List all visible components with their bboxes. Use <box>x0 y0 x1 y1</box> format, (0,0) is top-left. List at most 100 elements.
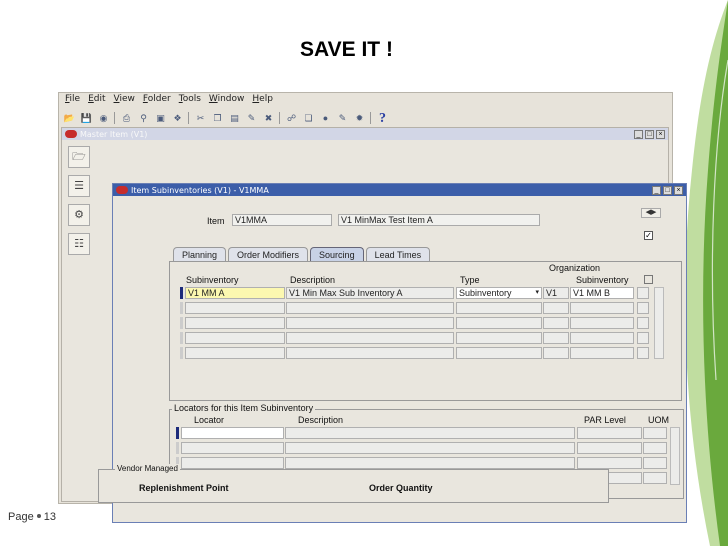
tools-icon[interactable]: ⚙ <box>68 204 90 226</box>
description-cell[interactable] <box>286 302 454 314</box>
clear-icon[interactable]: ✹ <box>353 112 366 125</box>
cut-icon[interactable]: ✂ <box>194 112 207 125</box>
description-cell[interactable] <box>286 332 454 344</box>
locator-cell[interactable] <box>181 427 284 439</box>
menu-edit[interactable]: Edit <box>88 94 105 108</box>
folder-tools-icon[interactable]: ✎ <box>336 112 349 125</box>
close-icon[interactable]: × <box>674 185 683 195</box>
par-level-cell[interactable] <box>577 457 642 469</box>
oracle-logo-icon <box>65 130 77 138</box>
row-extra-cell[interactable] <box>637 332 649 344</box>
zoom-icon[interactable]: ❖ <box>171 112 184 125</box>
org-subinventory-cell[interactable] <box>570 317 634 329</box>
open-icon[interactable]: 📂 <box>63 112 76 125</box>
locator-description-cell[interactable] <box>285 427 575 439</box>
folder-column-icon[interactable] <box>644 275 653 284</box>
maximize-icon[interactable]: □ <box>645 129 654 139</box>
type-select[interactable] <box>456 332 542 344</box>
print-icon[interactable]: ⎙ <box>120 112 133 125</box>
row-extra-cell[interactable] <box>637 302 649 314</box>
copy-icon[interactable]: ❐ <box>211 112 224 125</box>
save-icon[interactable]: 💾 <box>80 112 93 125</box>
item-field[interactable]: V1MMA <box>232 214 332 226</box>
menu-help[interactable]: Help <box>252 94 273 108</box>
chevron-down-icon: ▾ <box>535 289 539 296</box>
uom-cell[interactable] <box>643 457 667 469</box>
find-icon[interactable]: ⚲ <box>137 112 150 125</box>
uom-cell[interactable] <box>643 442 667 454</box>
folder-open-icon[interactable]: 🗁 <box>68 146 90 168</box>
type-select[interactable] <box>456 317 542 329</box>
maximize-icon[interactable]: □ <box>663 185 672 195</box>
description-cell[interactable]: V1 Min Max Sub Inventory A <box>286 287 454 299</box>
uom-cell[interactable] <box>643 472 667 484</box>
new-record-icon[interactable]: ❏ <box>302 112 315 125</box>
toolbar-separator <box>370 112 372 124</box>
org-subinventory-cell[interactable] <box>570 347 634 359</box>
master-item-window: Master Item (V1) _ □ × 🗁 ☰ ⚙ ☷ Item Subi… <box>61 127 687 523</box>
col-par-level: PAR Level <box>584 415 626 425</box>
locator-cell[interactable] <box>181 442 284 454</box>
menu-window[interactable]: Window <box>209 94 245 108</box>
subinventory-cell[interactable] <box>185 332 285 344</box>
org-cell[interactable]: V1 <box>543 287 569 299</box>
menu-file[interactable]: File <box>65 94 80 108</box>
list-icon[interactable]: ☰ <box>68 175 90 197</box>
subinventory-cell[interactable]: V1 MM A <box>185 287 285 299</box>
org-subinventory-cell[interactable] <box>570 332 634 344</box>
navigator-icon[interactable]: ◉ <box>97 112 110 125</box>
row-extra-cell[interactable] <box>637 287 649 299</box>
org-subinventory-cell[interactable]: V1 MM B <box>570 287 634 299</box>
organization-header: Organization <box>549 263 601 273</box>
translate-icon[interactable]: ● <box>319 112 332 125</box>
type-select[interactable]: Subinventory ▾ <box>456 287 542 299</box>
grid-scrollbar[interactable] <box>654 287 664 359</box>
subinventory-cell[interactable] <box>185 302 285 314</box>
attachment-icon[interactable]: ☍ <box>285 112 298 125</box>
row-extra-cell[interactable] <box>637 317 649 329</box>
paste-icon[interactable]: ▤ <box>228 112 241 125</box>
org-cell[interactable] <box>543 317 569 329</box>
help-icon[interactable]: ? <box>376 111 389 125</box>
locator-cell[interactable] <box>181 457 284 469</box>
subinventory-cell[interactable] <box>185 347 285 359</box>
folder-icon[interactable]: ▣ <box>154 112 167 125</box>
close-icon[interactable]: × <box>656 129 665 139</box>
minimize-icon[interactable]: _ <box>634 129 643 139</box>
locator-description-cell[interactable] <box>285 457 575 469</box>
locators-scrollbar[interactable] <box>670 427 680 485</box>
tab-sourcing[interactable]: Sourcing <box>310 247 364 261</box>
tab-order-modifiers[interactable]: Order Modifiers <box>228 247 309 261</box>
org-cell[interactable] <box>543 332 569 344</box>
menu-folder[interactable]: Folder <box>143 94 171 108</box>
enabled-checkbox[interactable]: ✓ <box>644 231 653 240</box>
org-cell[interactable] <box>543 302 569 314</box>
type-select[interactable] <box>456 302 542 314</box>
col-org-subinventory: Subinventory <box>576 275 629 285</box>
org-subinventory-cell[interactable] <box>570 302 634 314</box>
tab-planning[interactable]: Planning <box>173 247 227 261</box>
slide-title: SAVE IT ! <box>300 38 393 61</box>
delete-icon[interactable]: ✖ <box>262 112 275 125</box>
menu-view[interactable]: View <box>114 94 135 108</box>
par-level-cell[interactable] <box>577 442 642 454</box>
par-level-cell[interactable] <box>577 427 642 439</box>
description-cell[interactable] <box>286 317 454 329</box>
description-cell[interactable] <box>286 347 454 359</box>
org-cell[interactable] <box>543 347 569 359</box>
col-subinventory: Subinventory <box>186 275 239 285</box>
subinventory-cell[interactable] <box>185 317 285 329</box>
document-list-icon[interactable]: ☷ <box>68 233 90 255</box>
row-indicator <box>180 332 183 344</box>
menu-tools[interactable]: Tools <box>179 94 201 108</box>
type-select[interactable] <box>456 347 542 359</box>
tab-lead-times[interactable]: Lead Times <box>365 247 431 261</box>
item-description-field[interactable]: V1 MinMax Test Item A <box>338 214 540 226</box>
slide-footer: Page 13 <box>8 511 56 523</box>
uom-cell[interactable] <box>643 427 667 439</box>
row-extra-cell[interactable] <box>637 347 649 359</box>
edit-icon[interactable]: ✎ <box>245 112 258 125</box>
tab-scroll-arrows-icon[interactable]: ◀▶ <box>641 208 661 218</box>
locator-description-cell[interactable] <box>285 442 575 454</box>
minimize-icon[interactable]: _ <box>652 185 661 195</box>
